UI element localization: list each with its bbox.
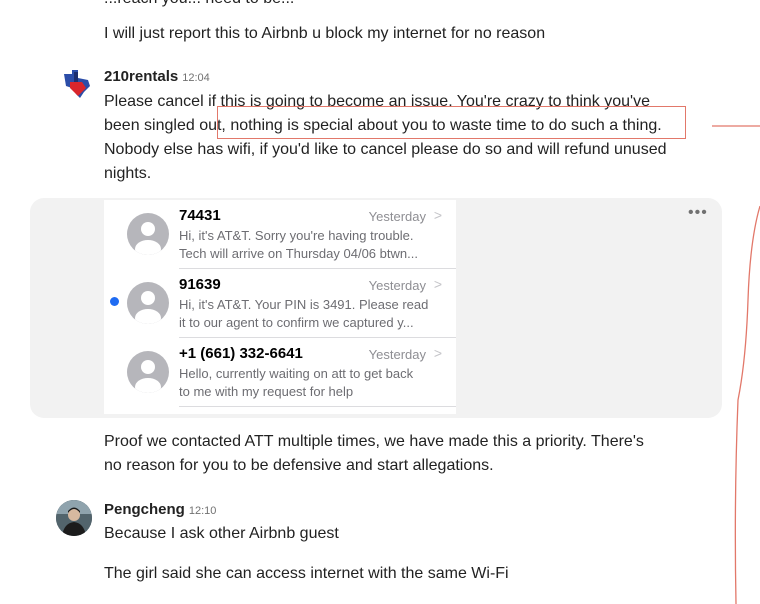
divider [179, 406, 456, 407]
host-sender: 210rentals 12:04 [104, 68, 210, 85]
host-message-line: nights. [104, 165, 152, 182]
sms-date: Yesterday [368, 278, 426, 293]
sms-row: 91639 Yesterday > Hi, it's AT&T. Your PI… [104, 269, 456, 338]
guest-avatar[interactable] [56, 500, 92, 536]
attachment-more-button[interactable]: ••• [688, 204, 708, 222]
sms-screenshot[interactable]: 74431 Yesterday > Hi, it's AT&T. Sorry y… [104, 200, 456, 414]
sms-preview-line: Tech will arrive on Thursday 04/06 btwn.… [179, 246, 418, 261]
sms-preview-line: Hello, currently waiting on att to get b… [179, 366, 414, 381]
host-message-line: Proof we contacted ATT multiple times, w… [104, 433, 644, 450]
sms-preview-line: it to our agent to confirm we captured y… [179, 315, 414, 330]
host-timestamp: 12:04 [182, 72, 210, 84]
sms-preview: Hi, it's AT&T. Sorry you're having troub… [179, 227, 444, 263]
host-name[interactable]: 210rentals [104, 68, 178, 85]
person-photo-icon [56, 500, 92, 536]
chevron-right-icon: > [433, 276, 442, 292]
sms-sender: 91639 [179, 276, 221, 293]
sms-date: Yesterday [368, 347, 426, 362]
guest-message-line: Because I ask other Airbnb guest [104, 525, 339, 542]
contact-avatar-icon [127, 213, 169, 255]
sms-sender: 74431 [179, 207, 221, 224]
sms-preview-line: Hi, it's AT&T. Your PIN is 3491. Please … [179, 297, 429, 312]
host-message-line: no reason for you to be defensive and st… [104, 457, 494, 474]
host-message-line: Nobody else has wifi, if you'd like to c… [104, 141, 667, 158]
sms-preview: Hi, it's AT&T. Your PIN is 3491. Please … [179, 296, 444, 332]
highlight-box [217, 106, 686, 139]
sms-preview-line: to me with my request for help [179, 384, 354, 399]
guest-name[interactable]: Pengcheng [104, 501, 185, 518]
contact-avatar-icon [127, 282, 169, 324]
guest-message-line: The girl said she can access internet wi… [104, 565, 509, 582]
contact-avatar-icon [127, 351, 169, 393]
cut-off-message-line: ...reach you... need to be... [104, 0, 294, 11]
guest-timestamp: 12:10 [188, 505, 217, 517]
sms-preview: Hello, currently waiting on att to get b… [179, 365, 444, 401]
sms-sender: +1 (661) 332-6641 [179, 345, 303, 362]
chevron-right-icon: > [433, 207, 442, 223]
chevron-right-icon: > [433, 345, 442, 361]
guest-sender: Pengcheng 12:10 [104, 501, 216, 518]
sms-row: 74431 Yesterday > Hi, it's AT&T. Sorry y… [104, 200, 456, 269]
texas-logo-icon [58, 66, 94, 102]
sms-preview-line: Hi, it's AT&T. Sorry you're having troub… [179, 228, 414, 243]
sms-row: +1 (661) 332-6641 Yesterday > Hello, cur… [104, 338, 456, 407]
host-avatar[interactable] [58, 66, 94, 102]
unread-dot-icon [110, 297, 119, 306]
guest-message-text: I will just report this to Airbnb u bloc… [104, 25, 546, 42]
sms-date: Yesterday [368, 209, 426, 224]
